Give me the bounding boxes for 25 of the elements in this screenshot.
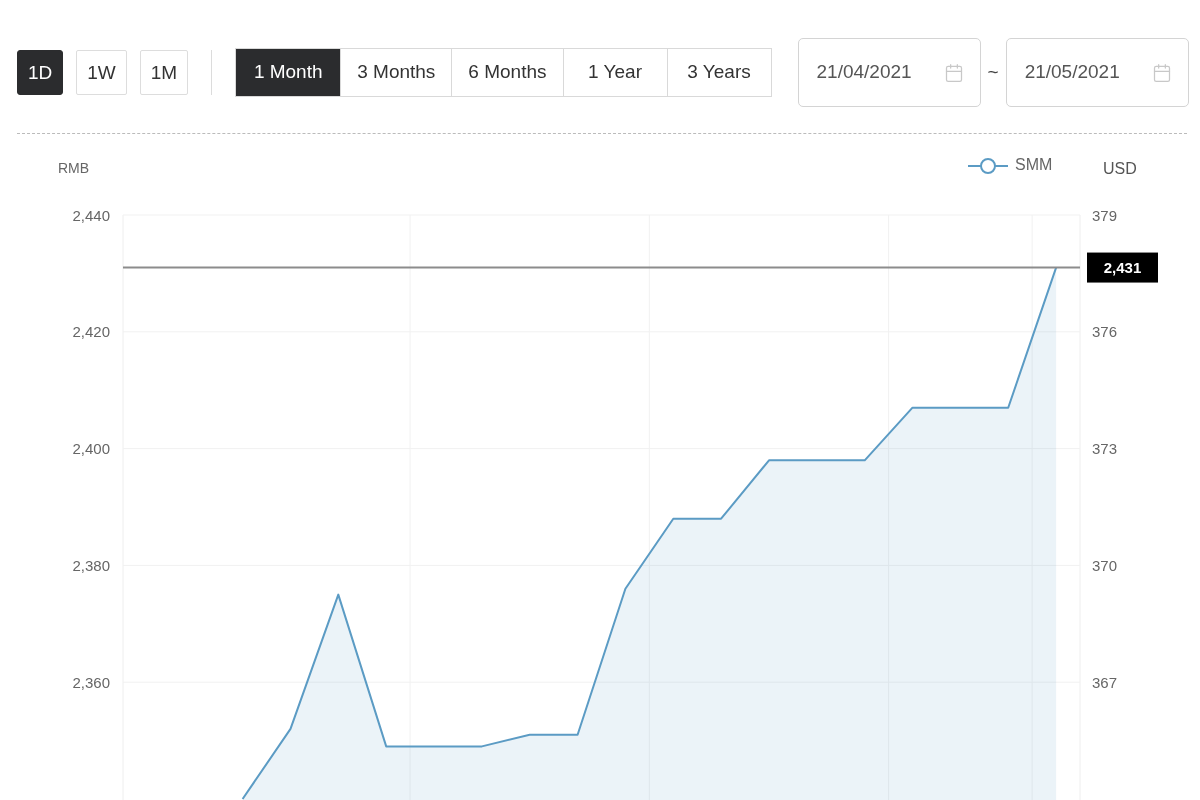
y-tick-label: 2,380	[72, 556, 110, 574]
secondary-tick-label: 379	[1092, 206, 1118, 224]
range-separator: ~	[987, 60, 999, 85]
y-tick-label: 2,400	[72, 440, 110, 458]
range-button[interactable]: 1W	[76, 50, 127, 95]
secondary-tick-label: 367	[1092, 673, 1118, 691]
calendar-icon	[1151, 62, 1172, 83]
date-field[interactable]: 21/04/2021	[797, 38, 981, 107]
ref-line-label: 2,431	[1103, 259, 1142, 277]
y-axis-label: RMB	[58, 160, 90, 176]
legend-line-icon	[967, 158, 1009, 174]
secondary-axis-label: USD	[1103, 159, 1137, 177]
y-tick-label: 2,360	[72, 673, 110, 691]
y-tick-label: 2,420	[72, 323, 110, 341]
legend-label: SMM	[1015, 155, 1053, 173]
y-tick-label: 2,440	[72, 206, 110, 224]
date-field[interactable]: 21/05/2021	[1005, 38, 1189, 107]
period-tab[interactable]: 1 Month	[236, 49, 341, 96]
price-tag: 2,431	[1087, 252, 1158, 283]
secondary-tick-label: 370	[1092, 556, 1118, 574]
calendar-icon	[943, 62, 964, 83]
range-button[interactable]: 1D	[17, 50, 64, 95]
secondary-tick-label: 376	[1092, 323, 1118, 341]
secondary-tick-label: 373	[1092, 440, 1118, 458]
range-button[interactable]: 1M	[139, 50, 189, 95]
